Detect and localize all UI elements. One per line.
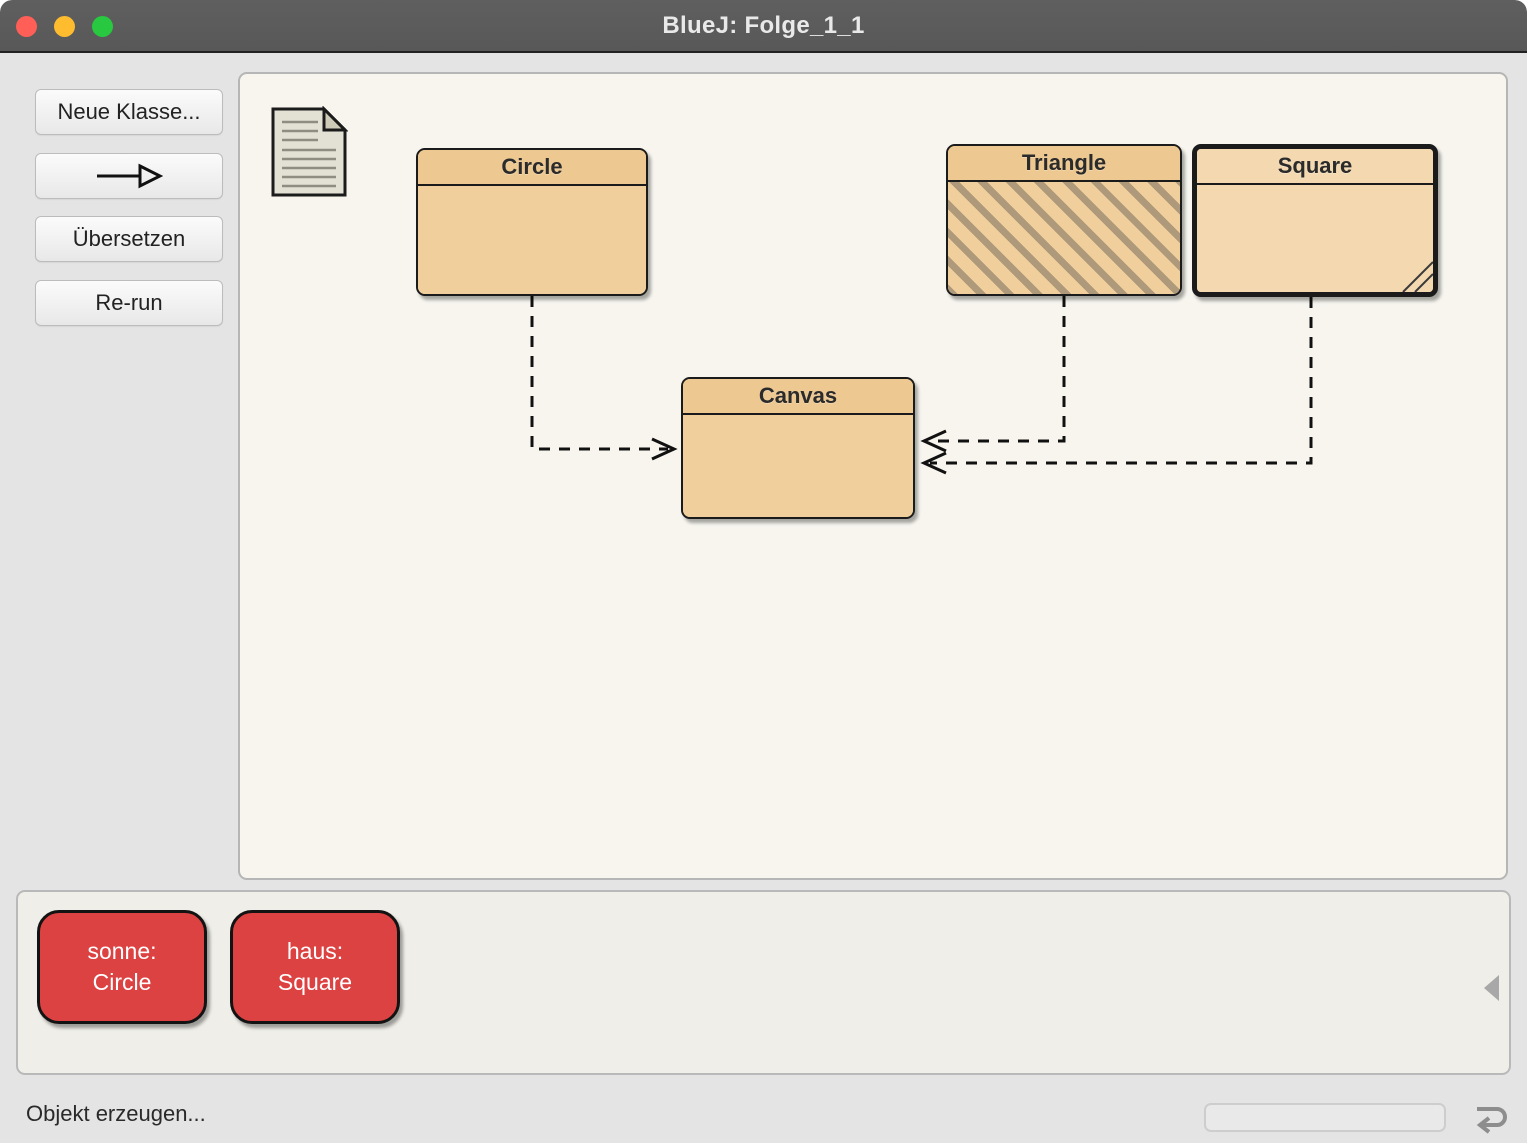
class-body (683, 415, 913, 517)
object-bench[interactable]: sonne: Circle haus: Square (16, 890, 1511, 1075)
class-diagram-canvas[interactable]: Circle Triangle Square Canvas (240, 74, 1506, 878)
new-class-label: Neue Klasse... (57, 99, 201, 124)
dependency-triangle-to-canvas (930, 296, 1066, 443)
status-bar: Objekt erzeugen... (0, 1085, 1527, 1143)
re-run-label: Re-run (95, 290, 163, 315)
dependency-circle-to-canvas (530, 296, 668, 451)
new-class-button[interactable]: Neue Klasse... (35, 89, 223, 135)
compile-label: Übersetzen (72, 226, 186, 251)
loop-arrow-icon[interactable] (1471, 1099, 1509, 1137)
progress-bar (1204, 1103, 1446, 1132)
class-box-circle[interactable]: Circle (416, 148, 648, 296)
title-bar: BlueJ: Folge_1_1 (0, 0, 1527, 53)
class-body (418, 186, 646, 294)
class-name-label: Square (1197, 149, 1433, 185)
object-type-name: Circle (92, 969, 152, 995)
bluej-main-window: BlueJ: Folge_1_1 Neue Klasse... Übersetz… (0, 0, 1527, 1143)
class-body (1197, 185, 1433, 292)
triangle-left-icon[interactable] (1484, 975, 1499, 1001)
window-title: BlueJ: Folge_1_1 (662, 12, 865, 39)
arrow-right-open-icon (97, 163, 163, 189)
class-body-uncompiled-hatch (948, 182, 1180, 294)
class-box-canvas[interactable]: Canvas (681, 377, 915, 519)
class-box-triangle[interactable]: Triangle (946, 144, 1182, 296)
class-name-label: Circle (418, 150, 646, 186)
object-instance-sonne[interactable]: sonne: Circle (37, 910, 207, 1024)
status-message: Objekt erzeugen... (26, 1101, 206, 1126)
document-note-icon[interactable] (270, 106, 348, 198)
class-box-square[interactable]: Square (1192, 144, 1438, 297)
new-dependency-arrow-button[interactable] (35, 153, 223, 199)
object-type-name: Square (277, 969, 353, 995)
class-name-label: Canvas (683, 379, 913, 415)
class-name-label: Triangle (948, 146, 1180, 182)
object-instance-name: sonne: (87, 937, 157, 964)
object-instance-name: haus: (286, 937, 344, 964)
re-run-button[interactable]: Re-run (35, 280, 223, 326)
dependency-square-to-canvas (930, 297, 1313, 465)
object-instance-haus[interactable]: haus: Square (230, 910, 400, 1024)
class-diagram-panel[interactable]: Circle Triangle Square Canvas (238, 72, 1508, 880)
compile-button[interactable]: Übersetzen (35, 216, 223, 262)
left-toolbar: Neue Klasse... Übersetzen Re-run (0, 53, 240, 917)
